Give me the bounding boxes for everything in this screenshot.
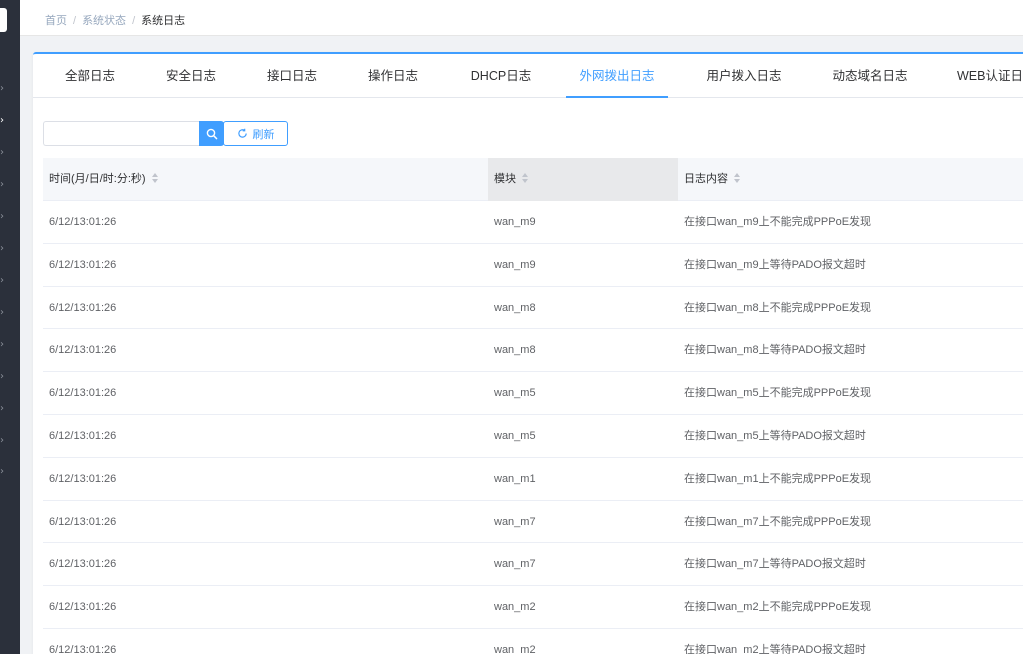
chevron-right-icon[interactable]: › [0,148,8,158]
breadcrumb: 首页 / 系统状态 / 系统日志 [45,12,185,28]
cell-time: 6/12/13:01:26 [49,601,117,614]
log-table: 时间(月/日/时:分:秒) 模块 日志内容 6/12/13:01:26 wan_m… [43,158,1023,654]
chevron-right-icon[interactable]: › [0,116,8,126]
breadcrumb-current: 系统日志 [141,15,186,27]
tab-security-logs[interactable]: 安全日志 [144,54,238,98]
cell-time: 6/12/13:01:26 [49,344,117,357]
breadcrumb-separator: / [132,15,136,27]
breadcrumb-system-status[interactable]: 系统状态 [82,15,126,27]
table-header: 时间(月/日/时:分:秒) 模块 日志内容 [43,158,1023,201]
chevron-right-icon[interactable]: › [0,276,8,286]
cell-module: wan_m7 [494,515,536,528]
refresh-icon [237,128,247,138]
table-row: 6/12/13:01:26 wan_m7 在接口wan_m7上等待PADO报文超时 [43,543,1023,587]
table-row: 6/12/13:01:26 wan_m9 在接口wan_m9上不能完成PPPoE发现 [43,201,1023,244]
log-panel: 全部日志 安全日志 接口日志 操作日志 DHCP日志 外网拨出日志 用户拨入日志… [33,52,1023,654]
tab-dhcp-logs[interactable]: DHCP日志 [451,54,551,98]
cell-content: 在接口wan_m7上不能完成PPPoE发现 [684,515,872,528]
tab-user-dialin-logs[interactable]: 用户拨入日志 [693,54,795,98]
chevron-right-icon[interactable]: › [0,436,8,446]
cell-time: 6/12/13:01:26 [49,258,117,271]
sidebar: › › › › › › › › › › › › › [0,0,20,654]
cell-time: 6/12/13:01:26 [49,515,117,528]
table-row: 6/12/13:01:26 wan_m8 在接口wan_m8上等待PADO报文超时 [43,329,1023,373]
tab-all-logs[interactable]: 全部日志 [43,54,137,98]
cell-time: 6/12/13:01:26 [49,387,117,400]
cell-content: 在接口wan_m2上等待PADO报文超时 [684,643,866,654]
refresh-label: 刷新 [252,128,275,141]
cell-content: 在接口wan_m8上等待PADO报文超时 [684,344,866,357]
cell-module: wan_m8 [494,344,536,357]
column-header-content[interactable]: 日志内容 [678,158,1023,201]
cell-time: 6/12/13:01:26 [49,472,117,485]
chevron-right-icon[interactable]: › [0,180,8,190]
cell-time: 6/12/13:01:26 [49,643,117,654]
cell-content: 在接口wan_m9上不能完成PPPoE发现 [684,216,872,228]
table-row: 6/12/13:01:26 wan_m5 在接口wan_m5上等待PADO报文超时 [43,415,1023,458]
cell-content: 在接口wan_m5上等待PADO报文超时 [684,429,866,442]
tab-operation-logs[interactable]: 操作日志 [346,54,440,98]
table-body: 6/12/13:01:26 wan_m9 在接口wan_m9上不能完成PPPoE发现… [43,201,1023,654]
cell-content: 在接口wan_m1上不能完成PPPoE发现 [684,472,872,485]
cell-time: 6/12/13:01:26 [49,301,117,314]
search-input[interactable] [43,121,199,146]
table-row: 6/12/13:01:26 wan_m7 在接口wan_m7上不能完成PPPoE发现 [43,501,1023,544]
table-row: 6/12/13:01:26 wan_m1 在接口wan_m1上不能完成PPPoE发现 [43,458,1023,501]
cell-content: 在接口wan_m2上不能完成PPPoE发现 [684,601,872,614]
cell-module: wan_m2 [494,601,536,614]
breadcrumb-separator: / [73,15,77,27]
table-row: 6/12/13:01:26 wan_m5 在接口wan_m5上不能完成PPPoE发现 [43,372,1023,415]
column-header-time[interactable]: 时间(月/日/时:分:秒) [43,158,488,201]
chevron-right-icon[interactable]: › [0,467,8,477]
log-tabs: 全部日志 安全日志 接口日志 操作日志 DHCP日志 外网拨出日志 用户拨入日志… [33,54,1023,98]
table-row: 6/12/13:01:26 wan_m2 在接口wan_m2上等待PADO报文超时 [43,629,1023,654]
chevron-right-icon[interactable]: › [0,372,8,382]
cell-module: wan_m5 [494,387,536,400]
cell-module: wan_m5 [494,429,536,442]
cell-module: wan_m9 [494,258,536,271]
tab-web-auth-logs[interactable]: WEB认证日 [945,54,1023,98]
sort-caret-icon[interactable] [522,173,529,184]
cell-content: 在接口wan_m8上不能完成PPPoE发现 [684,301,872,314]
cell-time: 6/12/13:01:26 [49,558,117,571]
chevron-right-icon[interactable]: › [0,404,8,414]
search-button[interactable] [199,121,224,146]
refresh-button[interactable]: 刷新 [223,121,288,146]
sort-caret-icon[interactable] [734,173,741,184]
search-icon [206,128,217,139]
sort-caret-icon[interactable] [151,173,159,184]
cell-module: wan_m2 [494,643,536,654]
tab-ddns-logs[interactable]: 动态域名日志 [819,54,921,98]
breadcrumb-home[interactable]: 首页 [45,15,67,27]
tab-interface-logs[interactable]: 接口日志 [245,54,339,98]
table-row: 6/12/13:01:26 wan_m9 在接口wan_m9上等待PADO报文超时 [43,244,1023,287]
table-row: 6/12/13:01:26 wan_m2 在接口wan_m2上不能完成PPPoE发现 [43,586,1023,629]
chevron-right-icon[interactable]: › [0,308,8,318]
column-header-module[interactable]: 模块 [488,158,678,201]
top-bar: 首页 / 系统状态 / 系统日志 [20,0,1023,36]
chevron-right-icon[interactable]: › [0,212,8,222]
table-row: 6/12/13:01:26 wan_m8 在接口wan_m8上不能完成PPPoE发现 [43,287,1023,330]
cell-module: wan_m1 [494,472,536,485]
cell-content: 在接口wan_m7上等待PADO报文超时 [684,558,866,571]
cell-module: wan_m7 [494,558,536,571]
logo [0,8,7,32]
cell-content: 在接口wan_m9上等待PADO报文超时 [684,258,866,271]
chevron-right-icon[interactable]: › [0,84,8,94]
cell-module: wan_m9 [494,216,536,228]
chevron-right-icon[interactable]: › [0,340,8,350]
tab-wan-dialout-logs[interactable]: 外网拨出日志 [566,54,668,98]
cell-time: 6/12/13:01:26 [49,216,117,228]
cell-time: 6/12/13:01:26 [49,429,117,442]
cell-content: 在接口wan_m5上不能完成PPPoE发现 [684,387,872,400]
cell-module: wan_m8 [494,301,536,314]
chevron-right-icon[interactable]: › [0,244,8,254]
